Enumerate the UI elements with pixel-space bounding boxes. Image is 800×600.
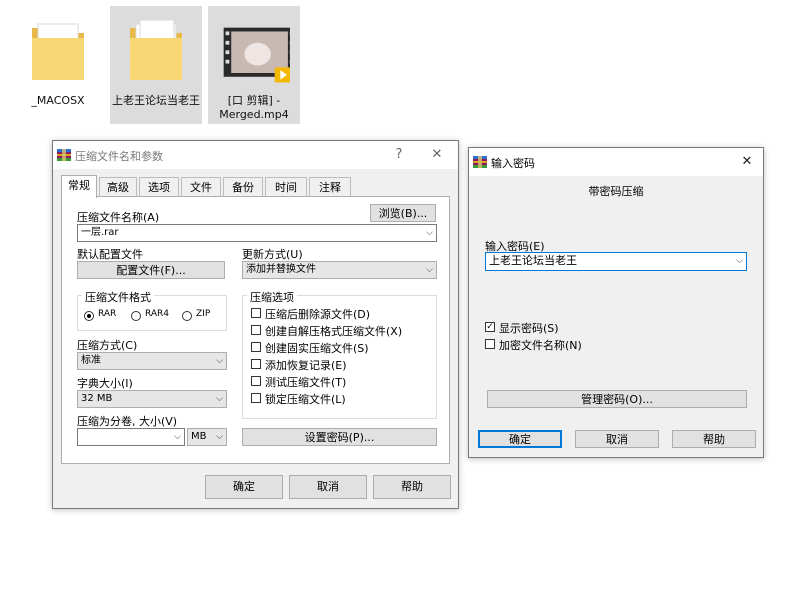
- file-label: [口 剪辑] -: [227, 94, 281, 107]
- general-tab-panel: 压缩文件名称(A) 浏览(B)... 一层.rar ⌵ 默认配置文件 配置文件(…: [61, 196, 450, 464]
- split-unit-value: MB: [191, 431, 207, 442]
- split-label: 压缩为分卷, 大小(V): [77, 415, 178, 428]
- file-label: 上老王论坛当老王: [112, 94, 200, 107]
- set-password-button[interactable]: 设置密码(P)...: [242, 428, 437, 446]
- checkbox-icon: [251, 393, 261, 403]
- archive-dialog-title: 压缩文件名和参数: [75, 150, 163, 163]
- ok-button[interactable]: 确定: [478, 430, 562, 448]
- format-rar4-radio[interactable]: RAR4: [131, 309, 179, 323]
- file-video-merged[interactable]: [口 剪辑] - Merged.mp4: [208, 6, 300, 124]
- dict-select[interactable]: 32 MB ⌵: [77, 390, 227, 408]
- help-button[interactable]: 帮助: [672, 430, 756, 448]
- checkbox-checked-icon: ✓: [485, 322, 495, 332]
- winrar-icon: [57, 149, 71, 161]
- chevron-down-icon[interactable]: ⌵: [426, 225, 433, 241]
- split-size-input[interactable]: ⌵: [77, 428, 185, 446]
- format-zip-radio[interactable]: ZIP: [182, 309, 224, 323]
- folder-icon: [130, 19, 182, 80]
- winrar-icon: [473, 156, 487, 168]
- password-dialog-titlebar[interactable]: 输入密码 ✕: [469, 148, 763, 176]
- chevron-down-icon[interactable]: ⌵: [174, 429, 181, 445]
- update-mode-label: 更新方式(U): [242, 248, 303, 261]
- folder-icon: [32, 23, 84, 80]
- format-rar-radio[interactable]: RAR: [84, 309, 128, 323]
- dict-value: 32 MB: [81, 393, 113, 404]
- manage-passwords-button[interactable]: 管理密码(O)...: [487, 390, 747, 408]
- archive-options-group: 压缩选项 压缩后删除源文件(D) 创建自解压格式压缩文件(X) 创建固实压缩文件…: [242, 289, 437, 419]
- password-dialog: 输入密码 ✕ 带密码压缩 输入密码(E) 上老王论坛当老王 ⌵ ✓ 显示密码(S…: [468, 147, 764, 458]
- archive-name-label: 压缩文件名称(A): [77, 211, 160, 224]
- archive-dialog: 压缩文件名和参数 ? ✕ 常规 高级 选项 文件 备份 时间 注释 压缩文件名称…: [52, 140, 459, 509]
- help-icon[interactable]: ?: [387, 145, 411, 165]
- split-unit-select[interactable]: MB ⌵: [187, 428, 227, 446]
- close-icon[interactable]: ✕: [735, 152, 759, 172]
- method-label: 压缩方式(C): [77, 339, 138, 352]
- archive-name-input[interactable]: 一层.rar ⌵: [77, 224, 437, 242]
- video-file-icon: [223, 27, 290, 83]
- file-label: Merged.mp4: [219, 108, 289, 121]
- default-profile-label: 默认配置文件: [77, 248, 143, 261]
- tab-general[interactable]: 常规: [61, 175, 97, 198]
- dict-label: 字典大小(I): [77, 377, 133, 390]
- update-mode-select[interactable]: 添加并替换文件 ⌵: [242, 261, 437, 279]
- checkbox-icon: [251, 308, 261, 318]
- checkbox-icon: [251, 342, 261, 352]
- archive-options-title: 压缩选项: [247, 289, 297, 305]
- help-button[interactable]: 帮助: [373, 475, 451, 499]
- radio-dot-icon: [182, 311, 192, 321]
- password-dialog-title: 输入密码: [491, 157, 535, 170]
- password-input[interactable]: 上老王论坛当老王 ⌵: [485, 252, 747, 271]
- file-folder-laowang[interactable]: 上老王论坛当老王: [110, 6, 202, 124]
- tab-advanced[interactable]: 高级: [99, 177, 137, 197]
- method-select[interactable]: 标准 ⌵: [77, 352, 227, 370]
- tab-time[interactable]: 时间: [265, 177, 307, 197]
- cancel-button[interactable]: 取消: [575, 430, 659, 448]
- radio-dot-icon: [84, 311, 94, 321]
- profiles-button[interactable]: 配置文件(F)...: [77, 261, 225, 279]
- tab-comment[interactable]: 注释: [309, 177, 351, 197]
- password-dialog-subtitle: 带密码压缩: [588, 185, 644, 198]
- file-macosx[interactable]: _MACOSX: [12, 6, 104, 124]
- tab-backup[interactable]: 备份: [223, 177, 263, 197]
- chevron-down-icon: ⌵: [216, 432, 223, 442]
- chevron-down-icon: ⌵: [216, 394, 223, 404]
- chevron-down-icon[interactable]: ⌵: [736, 253, 743, 269]
- chevron-down-icon: ⌵: [216, 356, 223, 366]
- checkbox-icon: [251, 359, 261, 369]
- chevron-down-icon: ⌵: [426, 265, 433, 275]
- radio-dot-icon: [131, 311, 141, 321]
- archive-name-value: 一层.rar: [81, 227, 119, 238]
- archive-dialog-titlebar[interactable]: 压缩文件名和参数 ? ✕: [53, 141, 458, 169]
- password-value: 上老王论坛当老王: [489, 254, 577, 267]
- archive-format-title: 压缩文件格式: [82, 289, 154, 305]
- browse-button[interactable]: 浏览(B)...: [370, 204, 436, 222]
- archive-format-group: 压缩文件格式 RAR RAR4 ZIP: [77, 289, 227, 331]
- checkbox-icon: [485, 339, 495, 349]
- tab-files[interactable]: 文件: [181, 177, 221, 197]
- file-label: _MACOSX: [31, 94, 85, 107]
- checkbox-icon: [251, 376, 261, 386]
- ok-button[interactable]: 确定: [205, 475, 283, 499]
- close-icon[interactable]: ✕: [425, 145, 449, 165]
- tab-options[interactable]: 选项: [139, 177, 179, 197]
- update-mode-value: 添加并替换文件: [246, 264, 316, 275]
- checkbox-icon: [251, 325, 261, 335]
- method-value: 标准: [81, 355, 101, 366]
- cancel-button[interactable]: 取消: [289, 475, 367, 499]
